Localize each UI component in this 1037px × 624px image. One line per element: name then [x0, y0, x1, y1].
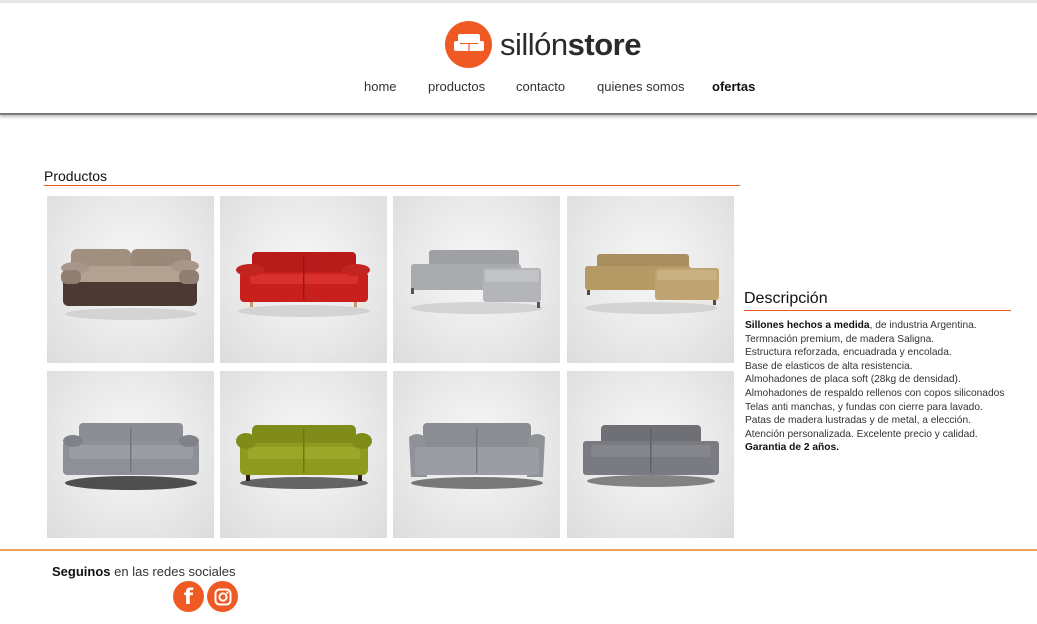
- description-divider: [744, 310, 1011, 311]
- description-line: Estructura reforzada, encuadrada y encol…: [745, 346, 1025, 360]
- product-tile-7[interactable]: [393, 371, 560, 538]
- description-line-text: Estructura reforzada, encuadrada y encol…: [745, 347, 952, 359]
- brand-name-bold: store: [567, 26, 642, 62]
- nav-home[interactable]: home: [364, 79, 397, 94]
- brand-name-light: sillón: [500, 26, 568, 62]
- site-logo[interactable]: sillónstore: [445, 20, 641, 68]
- sofa-grey-compact-image: [583, 425, 719, 487]
- social-follow-text: Seguinos en las redes sociales: [52, 564, 236, 579]
- product-tile-8[interactable]: [567, 371, 734, 538]
- description-line: Atención personalizada. Excelente precio…: [745, 428, 1025, 442]
- social-follow-bold: Seguinos: [52, 564, 111, 579]
- description-list: Sillones hechos a medida, de industria A…: [745, 319, 1025, 455]
- footer-divider: [0, 549, 1037, 551]
- description-line: Almohadones de placa soft (28kg de densi…: [745, 373, 1025, 387]
- sectional-grey-image: [411, 250, 543, 314]
- description-line-text: Termnación premium, de madera Saligna.: [745, 333, 935, 345]
- description-line-text: Telas anti manchas, y fundas con cierre …: [745, 401, 983, 413]
- products-divider: [44, 185, 740, 186]
- nav-productos[interactable]: productos: [428, 79, 485, 94]
- sectional-tan-image: [585, 254, 719, 314]
- brand-name: sillónstore: [500, 29, 641, 60]
- facebook-icon: f: [183, 585, 194, 609]
- product-tile-5[interactable]: [47, 371, 214, 538]
- product-tile-4[interactable]: [567, 196, 734, 363]
- products-grid: [47, 196, 735, 538]
- facebook-link[interactable]: f: [173, 581, 204, 612]
- nav-quienes-somos[interactable]: quienes somos: [597, 79, 684, 94]
- sofa-red-image: [236, 252, 370, 317]
- products-heading: Productos: [44, 168, 108, 184]
- sofa-logo-icon: [445, 20, 492, 68]
- description-line: Garantia de 2 años.: [745, 441, 1025, 455]
- main-nav: home productos contacto quienes somos of…: [0, 79, 1037, 99]
- site-header: sillónstore home productos contacto quie…: [0, 3, 1037, 115]
- instagram-icon: [214, 588, 231, 605]
- product-tile-3[interactable]: [393, 196, 560, 363]
- product-tile-2[interactable]: [220, 196, 387, 363]
- description-line-text: Almohadones de placa soft (28kg de densi…: [745, 374, 961, 386]
- nav-contacto[interactable]: contacto: [516, 79, 565, 94]
- description-line-text: Patas de madera lustradas y de metal, a …: [745, 415, 971, 427]
- description-line-text: Atención personalizada. Excelente precio…: [745, 428, 978, 440]
- description-line: Base de elasticos de alta resistencia.: [745, 360, 1025, 374]
- description-line: Termnación premium, de madera Saligna.: [745, 333, 1025, 347]
- sofa-olive-image: [236, 425, 372, 489]
- description-line: Patas de madera lustradas y de metal, a …: [745, 414, 1025, 428]
- social-follow-rest: en las redes sociales: [110, 564, 236, 579]
- instagram-link[interactable]: [207, 581, 238, 612]
- description-line-bold: Garantia de 2 años.: [745, 442, 839, 454]
- description-line-text: , de industria Argentina.: [869, 320, 977, 331]
- description-line: Sillones hechos a medida, de industria A…: [745, 319, 1025, 333]
- description-line-bold: Sillones hechos a medida: [745, 320, 870, 331]
- sofa-brown-beige-image: [61, 249, 199, 320]
- nav-ofertas[interactable]: ofertas: [712, 79, 755, 94]
- description-line-text: Almohadones de respaldo rellenos con cop…: [745, 387, 1005, 399]
- description-line: Almohadones de respaldo rellenos con cop…: [745, 387, 1025, 401]
- sofa-grey-armrest-image: [409, 423, 545, 489]
- description-line-text: Base de elasticos de alta resistencia.: [745, 360, 913, 372]
- product-tile-6[interactable]: [220, 371, 387, 538]
- description-line: Telas anti manchas, y fundas con cierre …: [745, 401, 1025, 415]
- product-tile-1[interactable]: [47, 196, 214, 363]
- description-heading: Descripción: [744, 290, 828, 307]
- sofa-grey-dark-image: [63, 423, 199, 490]
